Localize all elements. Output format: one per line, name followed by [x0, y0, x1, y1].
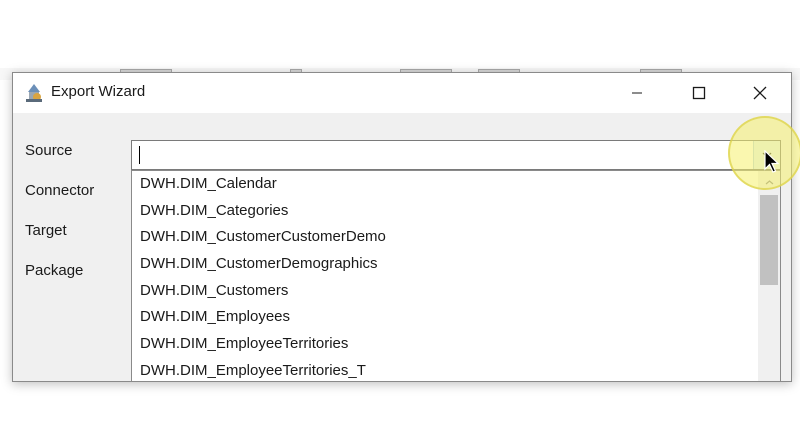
list-item[interactable]: DWH.DIM_CustomerDemographics — [132, 251, 780, 278]
title-bar: Export Wizard — [13, 73, 791, 113]
list-item[interactable]: DWH.DIM_EmployeeTerritories_T — [132, 358, 780, 381]
source-combobox[interactable] — [131, 140, 781, 170]
list-item[interactable]: DWH.DIM_Customers — [132, 278, 780, 305]
dialog-body: Source Connector Target Package DWH.DIM_… — [13, 113, 791, 381]
scrollbar-thumb[interactable] — [760, 195, 778, 285]
maximize-icon — [692, 86, 706, 100]
text-caret — [139, 146, 140, 164]
window-title: Export Wizard — [51, 83, 146, 100]
label-connector: Connector — [25, 182, 95, 199]
minimize-button[interactable] — [606, 73, 668, 113]
wizard-icon — [23, 82, 45, 104]
list-item[interactable]: DWH.DIM_Categories — [132, 198, 780, 225]
label-source: Source — [25, 142, 73, 159]
minimize-icon — [632, 92, 642, 94]
source-dropdown-list[interactable]: DWH.DIM_Calendar DWH.DIM_Categories DWH.… — [131, 170, 781, 381]
list-item[interactable]: DWH.DIM_CustomerCustomerDemo — [132, 224, 780, 251]
mouse-pointer-icon — [764, 150, 780, 173]
label-package: Package — [25, 262, 84, 279]
close-button[interactable] — [729, 73, 791, 113]
list-item[interactable]: DWH.DIM_EmployeeTerritories — [132, 331, 780, 358]
list-item[interactable]: DWH.DIM_Calendar — [132, 171, 780, 198]
list-item[interactable]: DWH.DIM_Employees — [132, 304, 780, 331]
maximize-button[interactable] — [668, 73, 730, 113]
close-icon — [753, 86, 767, 100]
dropdown-scrollbar[interactable] — [758, 171, 780, 381]
label-target: Target — [25, 222, 67, 239]
export-wizard-dialog: Export Wizard Source Connector Target Pa… — [12, 72, 792, 382]
